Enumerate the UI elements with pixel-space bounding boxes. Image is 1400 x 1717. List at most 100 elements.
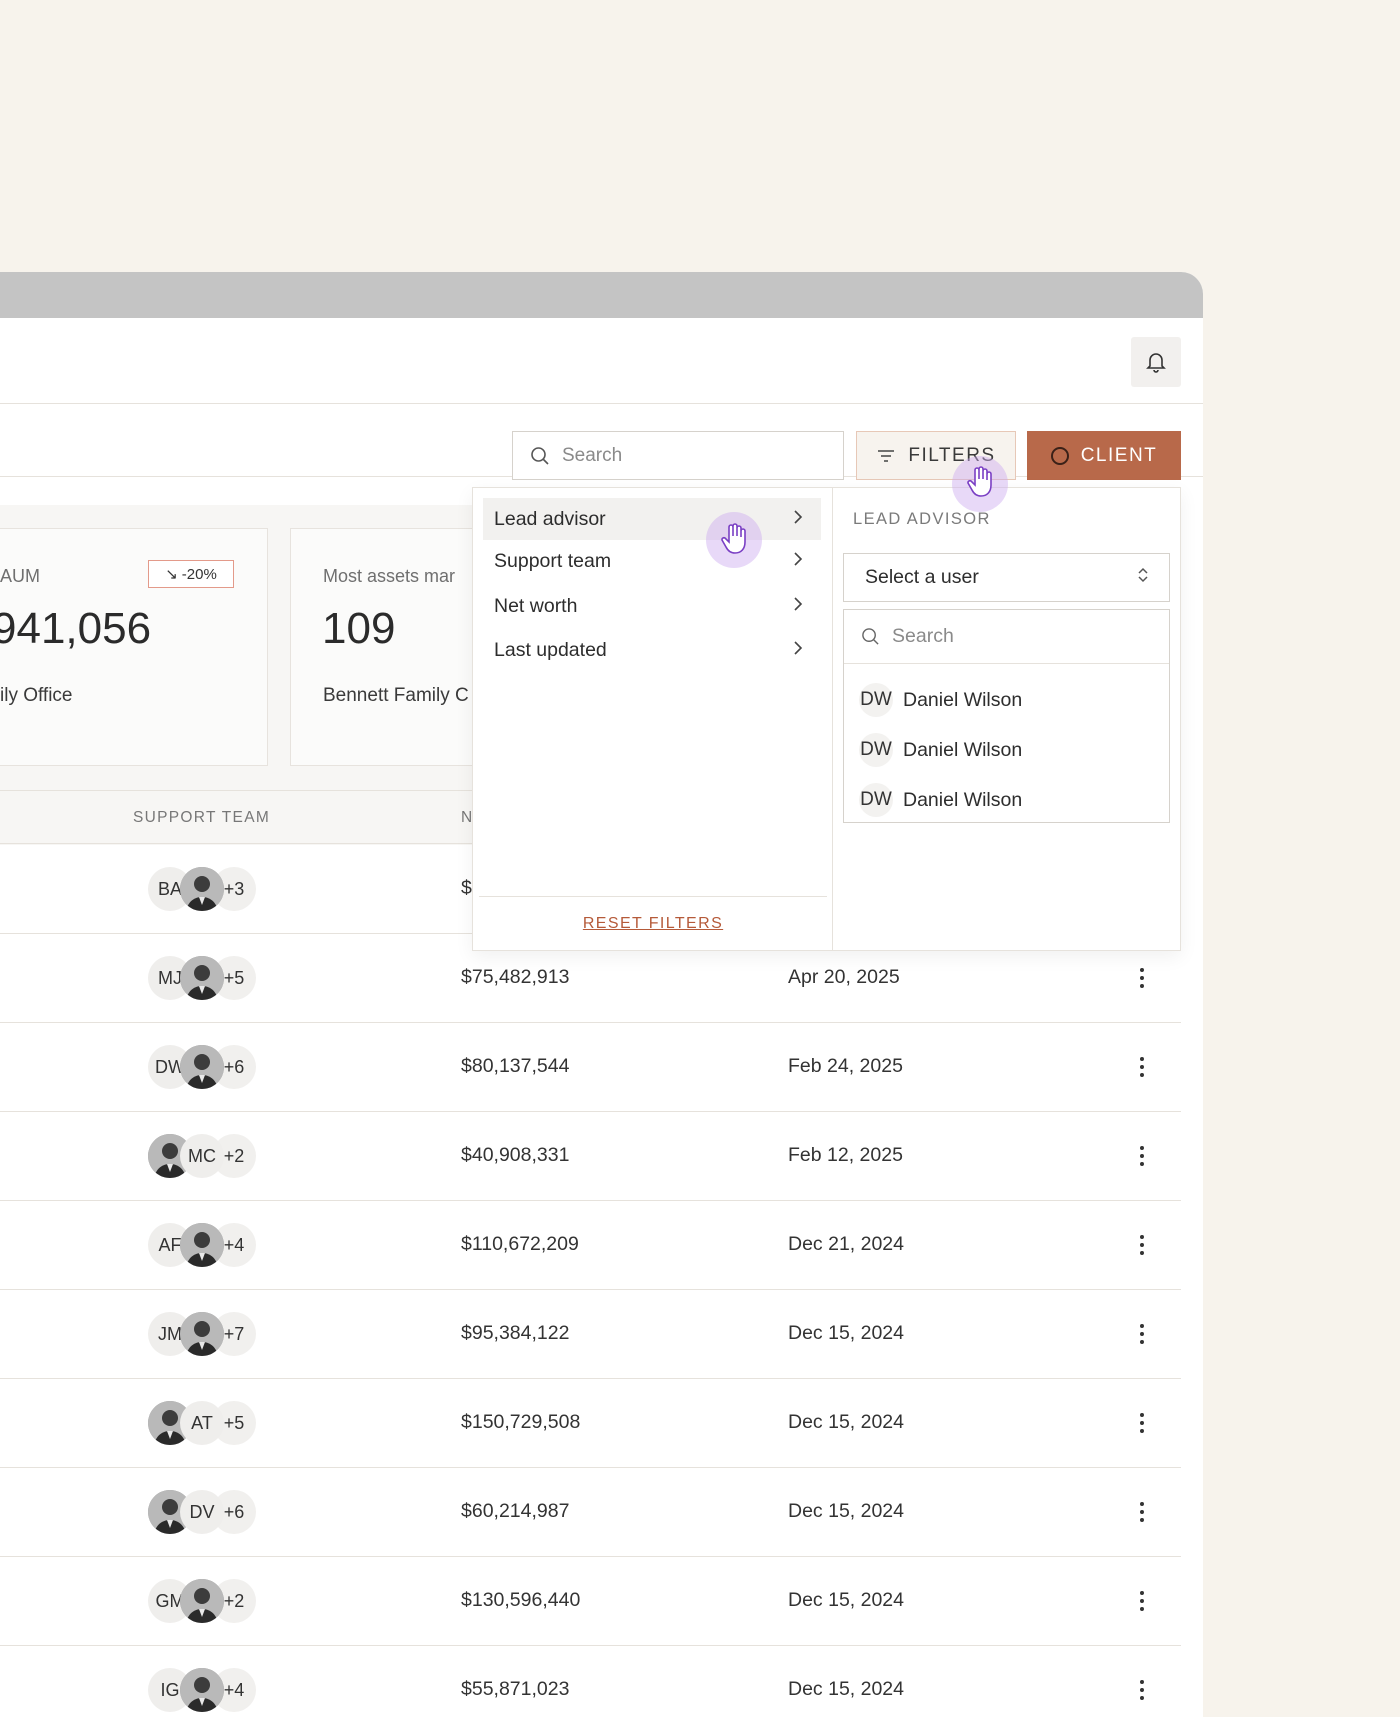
- filter-item-net-worth[interactable]: Net worth: [483, 585, 821, 627]
- avatar: DW: [859, 733, 893, 767]
- avatar-initials: DV: [180, 1490, 224, 1534]
- net-worth-cell: $150,729,508: [461, 1411, 581, 1433]
- stat-card-sub: ily Office: [0, 685, 73, 706]
- row-actions-icon[interactable]: [1136, 964, 1148, 992]
- add-client-button[interactable]: CLIENT: [1027, 431, 1181, 480]
- net-worth-cell: $80,137,544: [461, 1055, 570, 1077]
- support-team-avatars: DW +6: [148, 1045, 268, 1091]
- last-updated-cell: Dec 15, 2024: [788, 1411, 905, 1433]
- table-row[interactable]: JM +7 $95,384,122 Dec 15, 2024: [0, 1290, 1181, 1379]
- avatar: DW: [859, 783, 893, 817]
- filter-item-label: Net worth: [494, 594, 578, 617]
- notifications-button[interactable]: [1131, 337, 1181, 387]
- avatar-photo: [180, 867, 224, 911]
- search-input[interactable]: Search: [512, 431, 844, 480]
- row-actions-icon[interactable]: [1136, 1587, 1148, 1615]
- support-team-avatars: BA +3: [148, 867, 268, 913]
- row-actions-icon[interactable]: [1136, 1142, 1148, 1170]
- user-name: Daniel Wilson: [903, 688, 1023, 711]
- search-icon: [531, 446, 549, 465]
- trend-badge: ↘ -20%: [148, 560, 234, 588]
- top-bar: [0, 318, 1203, 404]
- chevron-right-icon: [793, 595, 803, 618]
- table-row[interactable]: IG +4 $55,871,023 Dec 15, 2024: [0, 1646, 1181, 1717]
- net-worth-cell: $40,908,331: [461, 1144, 570, 1166]
- filter-item-last-updated[interactable]: Last updated: [483, 629, 821, 671]
- reset-filters-button[interactable]: RESET FILTERS: [583, 915, 723, 933]
- net-worth-cell: $60,214,987: [461, 1500, 570, 1522]
- support-team-avatars: IG +4: [148, 1668, 268, 1714]
- last-updated-cell: Dec 15, 2024: [788, 1322, 905, 1344]
- net-worth-cell: $130,596,440: [461, 1589, 581, 1611]
- filter-categories: Lead advisor Support team Net worth Last…: [473, 488, 833, 950]
- chevron-up-down-icon: [1137, 566, 1149, 590]
- last-updated-cell: Dec 15, 2024: [788, 1500, 905, 1522]
- user-option[interactable]: DW Daniel Wilson: [859, 782, 1022, 818]
- avatar-photo: [180, 956, 224, 1000]
- support-team-avatars: AT +5: [148, 1401, 268, 1447]
- net-worth-cell: $110,672,209: [461, 1233, 579, 1255]
- panel-title: LEAD ADVISOR: [853, 510, 991, 528]
- row-actions-icon[interactable]: [1136, 1320, 1148, 1348]
- table-row[interactable]: GM +2 $130,596,440 Dec 15, 2024: [0, 1557, 1181, 1646]
- net-worth-cell: $55,871,023: [461, 1678, 570, 1700]
- last-updated-cell: Dec 21, 2024: [788, 1233, 905, 1255]
- filter-item-label: Support team: [494, 549, 612, 572]
- stat-card-sub: Bennett Family C: [323, 685, 469, 706]
- support-team-avatars: JM +7: [148, 1312, 268, 1358]
- filter-item-support-team[interactable]: Support team: [483, 540, 821, 582]
- avatar-photo: [180, 1312, 224, 1356]
- row-actions-icon[interactable]: [1136, 1231, 1148, 1259]
- circle-icon: [1050, 446, 1069, 465]
- last-updated-cell: Dec 15, 2024: [788, 1678, 905, 1700]
- row-actions-icon[interactable]: [1136, 1676, 1148, 1704]
- last-updated-cell: Feb 24, 2025: [788, 1055, 903, 1077]
- filter-menu-footer: RESET FILTERS: [479, 896, 827, 950]
- lead-advisor-select[interactable]: Select a user: [843, 553, 1170, 602]
- filter-item-label: Lead advisor: [494, 507, 606, 530]
- user-name: Daniel Wilson: [903, 738, 1023, 761]
- hand-cursor-icon: [721, 523, 746, 554]
- net-worth-cell: $: [461, 877, 472, 899]
- row-actions-icon[interactable]: [1136, 1053, 1148, 1081]
- support-team-avatars: GM +2: [148, 1579, 268, 1625]
- net-worth-cell: $75,482,913: [461, 966, 570, 988]
- chevron-right-icon: [793, 508, 803, 531]
- chevron-right-icon: [793, 639, 803, 662]
- table-row[interactable]: AF +4 $110,672,209 Dec 21, 2024: [0, 1201, 1181, 1290]
- support-team-avatars: DV +6: [148, 1490, 268, 1536]
- last-updated-cell: Dec 15, 2024: [788, 1589, 905, 1611]
- user-name: Daniel Wilson: [903, 788, 1023, 811]
- bell-icon: [1146, 353, 1166, 373]
- table-row[interactable]: DV +6 $60,214,987 Dec 15, 2024: [0, 1468, 1181, 1557]
- filter-item-lead-advisor[interactable]: Lead advisor: [483, 498, 821, 540]
- stat-card-value: 941,056: [0, 604, 152, 653]
- stat-card-label: Most assets mar: [323, 566, 456, 586]
- support-team-avatars: AF +4: [148, 1223, 268, 1269]
- table-row[interactable]: DW +6 $80,137,544 Feb 24, 2025: [0, 1023, 1181, 1112]
- row-actions-icon[interactable]: [1136, 1409, 1148, 1437]
- chevron-right-icon: [793, 550, 803, 573]
- avatar-photo: [180, 1223, 224, 1267]
- avatar-photo: [180, 1045, 224, 1089]
- user-option[interactable]: DW Daniel Wilson: [859, 682, 1022, 718]
- last-updated-cell: Feb 12, 2025: [788, 1144, 903, 1166]
- table-row[interactable]: MC +2 $40,908,331 Feb 12, 2025: [0, 1112, 1181, 1201]
- stat-card-value: 109: [322, 604, 396, 653]
- avatar-initials: MC: [180, 1134, 224, 1178]
- last-updated-cell: Apr 20, 2025: [788, 966, 900, 988]
- table-row[interactable]: AT +5 $150,729,508 Dec 15, 2024: [0, 1379, 1181, 1468]
- filter-item-label: Last updated: [494, 638, 607, 661]
- column-header-support-team[interactable]: SUPPORT TEAM: [133, 809, 270, 827]
- avatar: DW: [859, 683, 893, 717]
- avatar-initials: AT: [180, 1401, 224, 1445]
- net-worth-cell: $95,384,122: [461, 1322, 570, 1344]
- trend-down-icon: ↘: [165, 566, 178, 583]
- filter-icon: [878, 449, 895, 462]
- user-search-input[interactable]: Search: [844, 610, 1169, 664]
- window-titlebar: [0, 272, 1203, 318]
- support-team-avatars: MC +2: [148, 1134, 268, 1180]
- user-option[interactable]: DW Daniel Wilson: [859, 732, 1022, 768]
- support-team-avatars: MJ +5: [148, 956, 268, 1002]
- row-actions-icon[interactable]: [1136, 1498, 1148, 1526]
